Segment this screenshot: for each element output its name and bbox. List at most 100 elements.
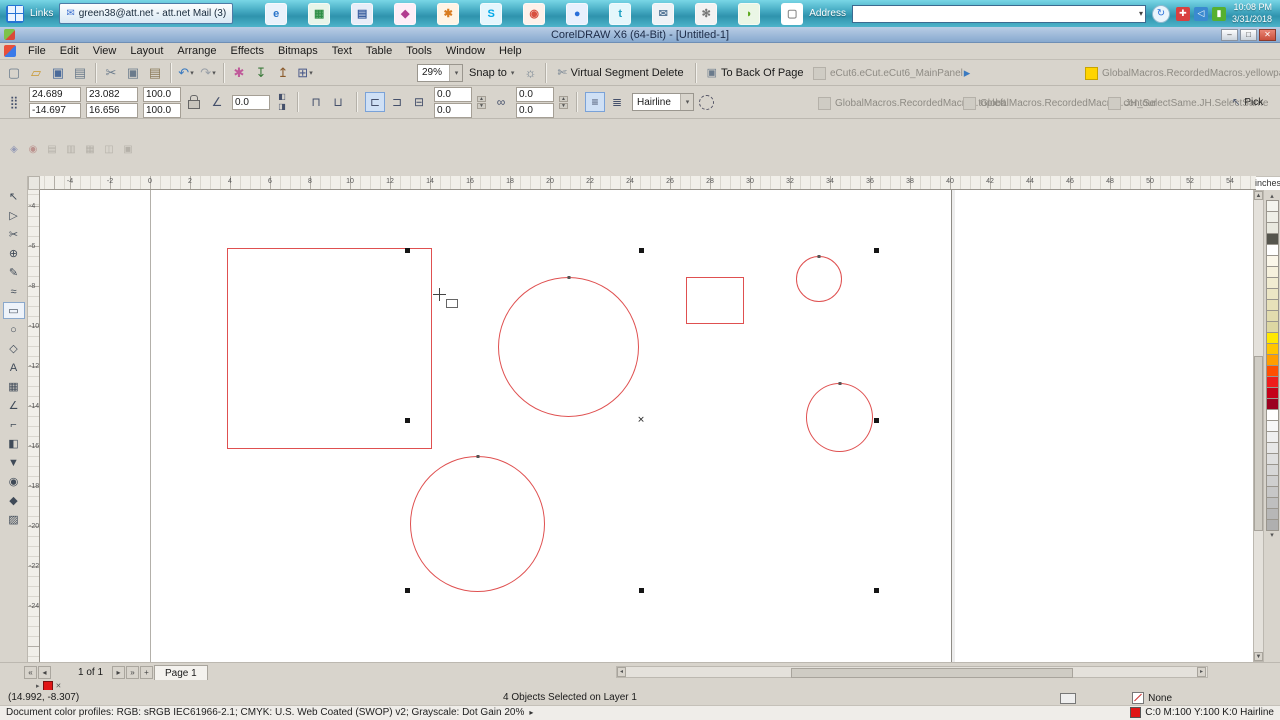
links-label[interactable]: Links — [30, 8, 53, 19]
undo-icon[interactable]: ↶ ▾ — [176, 62, 196, 84]
start-button[interactable] — [6, 4, 24, 23]
profiles-flyout-icon[interactable]: ▸ — [529, 708, 533, 717]
paint-app-icon[interactable]: ✱ — [437, 2, 460, 25]
selection-handle[interactable] — [405, 248, 410, 253]
chrome-icon[interactable]: ◉ — [523, 2, 546, 25]
antivirus-tray-icon[interactable]: ✚ — [1175, 6, 1190, 21]
convert-to-curves-icon[interactable]: ≣ — [607, 92, 627, 112]
object-width-field[interactable]: 23.082 — [86, 86, 138, 102]
rectangle-selected[interactable] — [227, 248, 432, 449]
palette-color-swatch[interactable] — [1265, 519, 1279, 531]
macro-run-icon[interactable]: ▸ — [957, 62, 977, 84]
page-tab[interactable]: Page 1 — [154, 665, 208, 680]
custom-toolbar-icon-1[interactable]: ◈ — [6, 141, 22, 157]
crop-tool[interactable]: ✂ — [3, 226, 25, 243]
custom-toolbar-icon-2[interactable]: ◉ — [25, 141, 41, 157]
pick-tool[interactable]: ↖ — [3, 188, 25, 205]
mail-app-icon[interactable]: ✉ — [652, 2, 675, 25]
notepad-icon[interactable]: ▢ — [781, 2, 804, 25]
dropdown-arrow-icon[interactable]: ▾ — [190, 69, 194, 77]
ruler-origin-button[interactable] — [28, 176, 40, 190]
settings-gears-icon[interactable]: ✻ — [695, 2, 718, 25]
rectangle-small[interactable] — [686, 277, 744, 324]
open-folder-icon[interactable]: ▱ — [26, 62, 46, 84]
address-dropdown-icon[interactable]: ▾ — [1139, 9, 1143, 18]
scroll-left-icon[interactable]: ◂ — [617, 667, 626, 677]
outline-indicator[interactable]: C:0 M:100 Y:100 K:0 Hairline — [1130, 707, 1274, 718]
corner-scallop-icon[interactable]: ⊐ — [387, 92, 407, 112]
search-content-icon[interactable]: ✱ — [229, 62, 249, 84]
circle-bottom[interactable] — [410, 456, 545, 592]
save-icon[interactable]: ▣ — [48, 62, 68, 84]
custom-toolbar-icon-4[interactable]: ▥ — [63, 141, 79, 157]
menu-text[interactable]: Text — [325, 44, 359, 58]
internet-explorer-icon[interactable]: e — [265, 2, 288, 25]
scroll-up-icon[interactable]: ▲ — [1254, 191, 1263, 200]
print-icon[interactable]: ▤ — [70, 62, 90, 84]
polygon-tool[interactable]: ◇ — [3, 340, 25, 357]
fill-indicator[interactable]: None — [1132, 692, 1172, 704]
object-height-field[interactable]: 16.656 — [86, 102, 138, 118]
address-input[interactable]: ▾ — [851, 4, 1146, 23]
shape-tool[interactable]: ▷ — [3, 207, 25, 224]
object-x-field[interactable]: 24.689 — [29, 86, 81, 102]
mirror-horizontal-icon[interactable]: ◧ — [275, 92, 289, 102]
corner-radius-2-field[interactable]: 0.0 — [434, 102, 472, 118]
custom-toolbar-icon-3[interactable]: ▤ — [44, 141, 60, 157]
rotation-angle-field[interactable]: 0.0 — [232, 94, 270, 110]
custom-toolbar-icon-6[interactable]: ◫ — [101, 141, 117, 157]
corner-radius-1-field[interactable]: 0.0 — [434, 86, 472, 102]
spinner-down-icon[interactable]: ▼ — [559, 102, 568, 109]
dropdown-arrow-icon[interactable]: ▾ — [212, 69, 216, 77]
selection-handle[interactable] — [874, 588, 879, 593]
transparency-tool[interactable]: ▨ — [3, 511, 25, 528]
photo-app-icon[interactable]: ◆ — [394, 2, 417, 25]
add-page-icon[interactable]: + — [140, 666, 153, 679]
circle-medium-right[interactable] — [806, 383, 873, 452]
vertical-scrollbar[interactable]: ▲ ▼ — [1253, 190, 1264, 662]
freehand-tool[interactable]: ✎ — [3, 264, 25, 281]
twitter-icon[interactable]: t — [609, 2, 632, 25]
maximize-button[interactable]: □ — [1240, 28, 1257, 41]
corner-radius-3-field[interactable]: 0.0 — [516, 86, 554, 102]
custom-toolbar-icon-5[interactable]: ▦ — [82, 141, 98, 157]
wrap-paragraph-text-icon[interactable]: ≡ — [585, 92, 605, 112]
dropdown-arrow-icon[interactable]: ▾ — [309, 69, 313, 77]
copy-icon[interactable]: ▣ — [123, 62, 143, 84]
selection-handle[interactable] — [405, 418, 410, 423]
corner-radius-4-field[interactable]: 0.0 — [516, 102, 554, 118]
messenger-icon[interactable]: ● — [566, 2, 589, 25]
dimension-tool[interactable]: ∠ — [3, 397, 25, 414]
spinner-down-icon[interactable]: ▼ — [477, 102, 486, 109]
palette-scroll-down-icon[interactable]: ▾ — [1270, 531, 1274, 540]
scale-y-field[interactable]: 100.0 — [143, 102, 181, 118]
paste-icon[interactable]: ▤ — [145, 62, 165, 84]
table-app-icon[interactable]: ▤ — [351, 2, 374, 25]
selection-handle[interactable] — [639, 588, 644, 593]
zoom-tool[interactable]: ⊕ — [3, 245, 25, 262]
outline-width-dropdown-icon[interactable]: ▾ — [686, 98, 690, 106]
export-icon[interactable]: ↥ — [273, 62, 293, 84]
eyedropper-tool[interactable]: ▼ — [3, 454, 25, 471]
connector-tool[interactable]: ⌐ — [3, 416, 25, 433]
virtual-segment-delete-button[interactable]: ✄ Virtual Segment Delete — [551, 62, 689, 84]
circle-small-topright[interactable] — [796, 256, 842, 302]
snap-to-dropdown[interactable]: Snap to ▾ — [465, 63, 518, 83]
spinner-up-icon[interactable]: ▲ — [559, 95, 568, 102]
wrap-text-icon[interactable] — [699, 94, 714, 110]
volume-tray-icon[interactable]: ◁ — [1193, 6, 1208, 21]
selection-handle[interactable] — [874, 418, 879, 423]
outline-width-combo[interactable]: Hairline ▾ — [632, 93, 694, 111]
import-icon[interactable]: ↧ — [251, 62, 271, 84]
selection-handle[interactable] — [405, 588, 410, 593]
nvidia-icon[interactable]: ◗ — [738, 2, 761, 25]
zoom-dropdown-icon[interactable]: ▾ — [455, 69, 459, 77]
circle-top-center[interactable] — [498, 277, 639, 417]
edit-corners-together-icon[interactable]: ⊔ — [328, 92, 348, 112]
horizontal-ruler[interactable]: -4 -2 0 2 4 6 8 10 12 14 16 18 20 22 24 26 28 30 32 34 36 38 4… — [40, 176, 1256, 190]
close-button[interactable]: ✕ — [1259, 28, 1276, 41]
corner-round-icon[interactable]: ⊏ — [365, 92, 385, 112]
drawing-canvas[interactable]: ✕ — [40, 190, 1253, 662]
text-tool[interactable]: A — [3, 359, 25, 376]
first-page-icon[interactable]: « — [24, 666, 37, 679]
